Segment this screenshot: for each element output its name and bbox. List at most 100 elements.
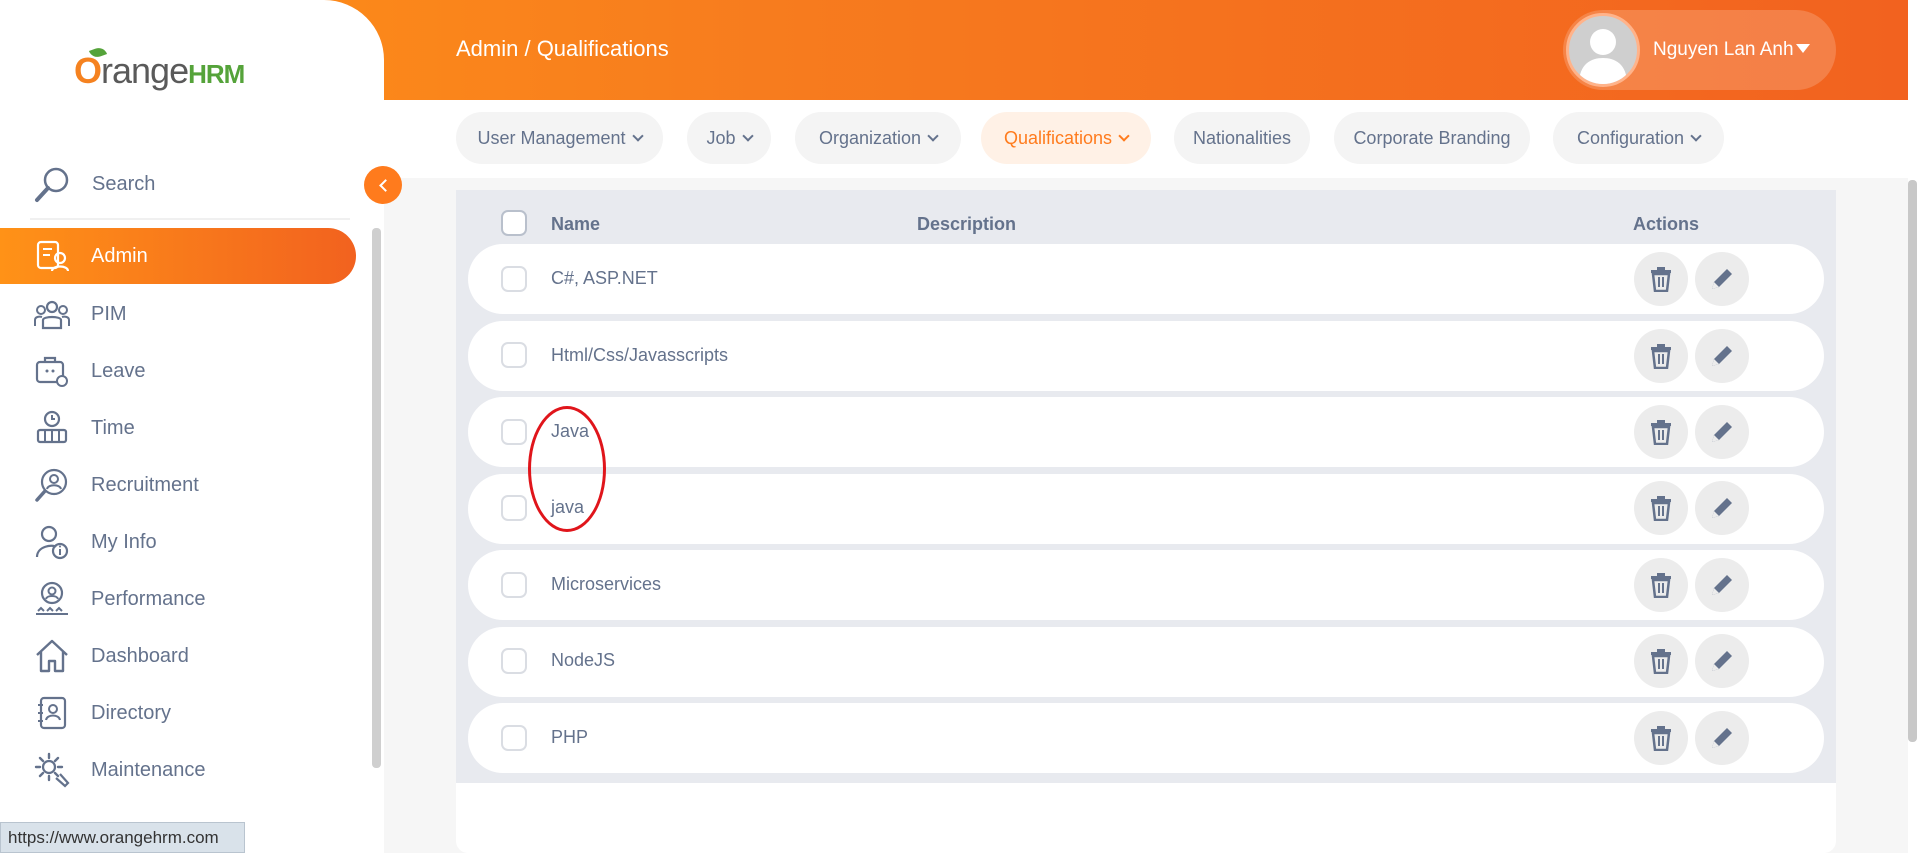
user-name[interactable]: Nguyen Lan Anh: [1653, 39, 1794, 61]
tab-label: Corporate Branding: [1353, 127, 1511, 148]
table-row[interactable]: [468, 474, 1824, 544]
delete-button[interactable]: [1634, 252, 1688, 306]
sidebar-divider: [30, 218, 350, 220]
sidebar-item-admin[interactable]: Admin: [0, 228, 356, 284]
sidebar-item-label: Directory: [91, 701, 172, 724]
sidebar-item-label: Performance: [91, 587, 206, 610]
delete-button[interactable]: [1634, 558, 1688, 612]
row-checkbox[interactable]: [501, 648, 527, 674]
sidebar-item-label: Admin: [91, 244, 148, 267]
table-footer: [456, 783, 1836, 853]
table-row[interactable]: [468, 627, 1824, 697]
edit-button[interactable]: [1695, 252, 1749, 306]
page-scrollbar[interactable]: [1908, 180, 1917, 742]
table-row[interactable]: [468, 550, 1824, 620]
admin-icon: [36, 240, 70, 272]
table-row[interactable]: [468, 244, 1824, 314]
trash-icon: [1651, 726, 1671, 751]
pencil-icon: [1712, 651, 1732, 671]
search-icon: [35, 167, 69, 202]
row-name: Html/Css/Javasscripts: [551, 345, 729, 365]
caret-down-icon[interactable]: [1796, 44, 1810, 53]
chevron-down-icon: [741, 129, 754, 142]
trash-icon: [1651, 496, 1671, 521]
sidebar-item-label: Dashboard: [91, 644, 189, 667]
orangehrm-logo[interactable]: OrangeHRM: [74, 50, 245, 92]
sidebar-item-performance[interactable]: Performance: [0, 571, 356, 627]
table-row[interactable]: [468, 397, 1824, 467]
table-row[interactable]: [468, 703, 1824, 773]
edit-button[interactable]: [1695, 481, 1749, 535]
trash-icon: [1651, 344, 1671, 369]
tab-label: Job: [706, 127, 736, 148]
sidebar-search[interactable]: Search: [34, 165, 155, 203]
tab-user-management[interactable]: User Management: [456, 112, 663, 164]
pim-icon: [34, 300, 70, 330]
trash-icon: [1651, 267, 1671, 292]
sidebar-item-directory[interactable]: Directory: [0, 685, 356, 741]
trash-icon: [1651, 420, 1671, 445]
tab-nationalities[interactable]: Nationalities: [1174, 112, 1310, 164]
avatar[interactable]: [1566, 13, 1640, 87]
logo-letter: O: [74, 50, 102, 91]
tab-label: User Management: [477, 127, 626, 148]
edit-button[interactable]: [1695, 329, 1749, 383]
pencil-icon: [1712, 422, 1732, 442]
row-checkbox[interactable]: [501, 572, 527, 598]
delete-button[interactable]: [1634, 329, 1688, 383]
row-name: NodeJS: [551, 650, 616, 670]
sidebar-item-my-info[interactable]: My Info: [0, 514, 356, 570]
sidebar-item-label: Time: [91, 416, 135, 439]
sidebar-item-leave[interactable]: Leave: [0, 343, 356, 399]
chevron-down-icon: [1690, 129, 1702, 142]
pencil-icon: [1712, 269, 1732, 289]
edit-button[interactable]: [1695, 634, 1749, 688]
sidebar-item-label: My Info: [91, 530, 157, 553]
tab-configuration[interactable]: Configuration: [1553, 112, 1724, 164]
row-checkbox[interactable]: [501, 495, 527, 521]
my-info-icon: [35, 525, 69, 560]
sidebar-item-recruitment[interactable]: Recruitment: [0, 457, 356, 513]
column-header-name[interactable]: Name: [551, 214, 600, 235]
row-checkbox[interactable]: [501, 266, 527, 292]
search-label: Search: [92, 172, 156, 195]
pencil-icon: [1712, 575, 1732, 595]
trash-icon: [1651, 649, 1671, 674]
chevron-down-icon: [1118, 129, 1130, 142]
logo-hrm: HRM: [188, 59, 245, 89]
tab-organization[interactable]: Organization: [795, 112, 961, 164]
delete-button[interactable]: [1634, 711, 1688, 765]
select-all-checkbox[interactable]: [501, 210, 527, 236]
delete-button[interactable]: [1634, 634, 1688, 688]
trash-icon: [1651, 573, 1671, 598]
tab-qualifications[interactable]: Qualifications: [981, 112, 1151, 164]
tab-corporate-branding[interactable]: Corporate Branding: [1334, 112, 1530, 164]
edit-button[interactable]: [1695, 405, 1749, 459]
home-icon: [36, 639, 68, 673]
tab-job[interactable]: Job: [687, 112, 771, 164]
row-checkbox[interactable]: [501, 725, 527, 751]
pencil-icon: [1712, 728, 1732, 748]
edit-button[interactable]: [1695, 711, 1749, 765]
sidebar-item-maintenance[interactable]: Maintenance: [0, 742, 356, 798]
performance-icon: [36, 581, 68, 615]
row-name: Microservices: [551, 574, 662, 594]
logo-text: range: [101, 50, 189, 91]
pencil-icon: [1712, 346, 1732, 366]
sidebar-item-label: Recruitment: [91, 473, 199, 496]
directory-icon: [38, 696, 67, 730]
tab-label: Nationalities: [1192, 127, 1292, 148]
sidebar-item-time[interactable]: Time: [0, 400, 356, 456]
pencil-icon: [1712, 498, 1732, 518]
sidebar-item-dashboard[interactable]: Dashboard: [0, 628, 356, 684]
sidebar-item-label: PIM: [91, 302, 127, 325]
row-checkbox[interactable]: [501, 419, 527, 445]
sidebar-scrollbar[interactable]: [372, 228, 381, 768]
edit-button[interactable]: [1695, 558, 1749, 612]
delete-button[interactable]: [1634, 405, 1688, 459]
delete-button[interactable]: [1634, 481, 1688, 535]
collapse-sidebar-button[interactable]: [364, 166, 402, 204]
row-checkbox[interactable]: [501, 342, 527, 368]
chevron-left-icon: [378, 178, 392, 192]
sidebar-item-pim[interactable]: PIM: [0, 286, 356, 342]
